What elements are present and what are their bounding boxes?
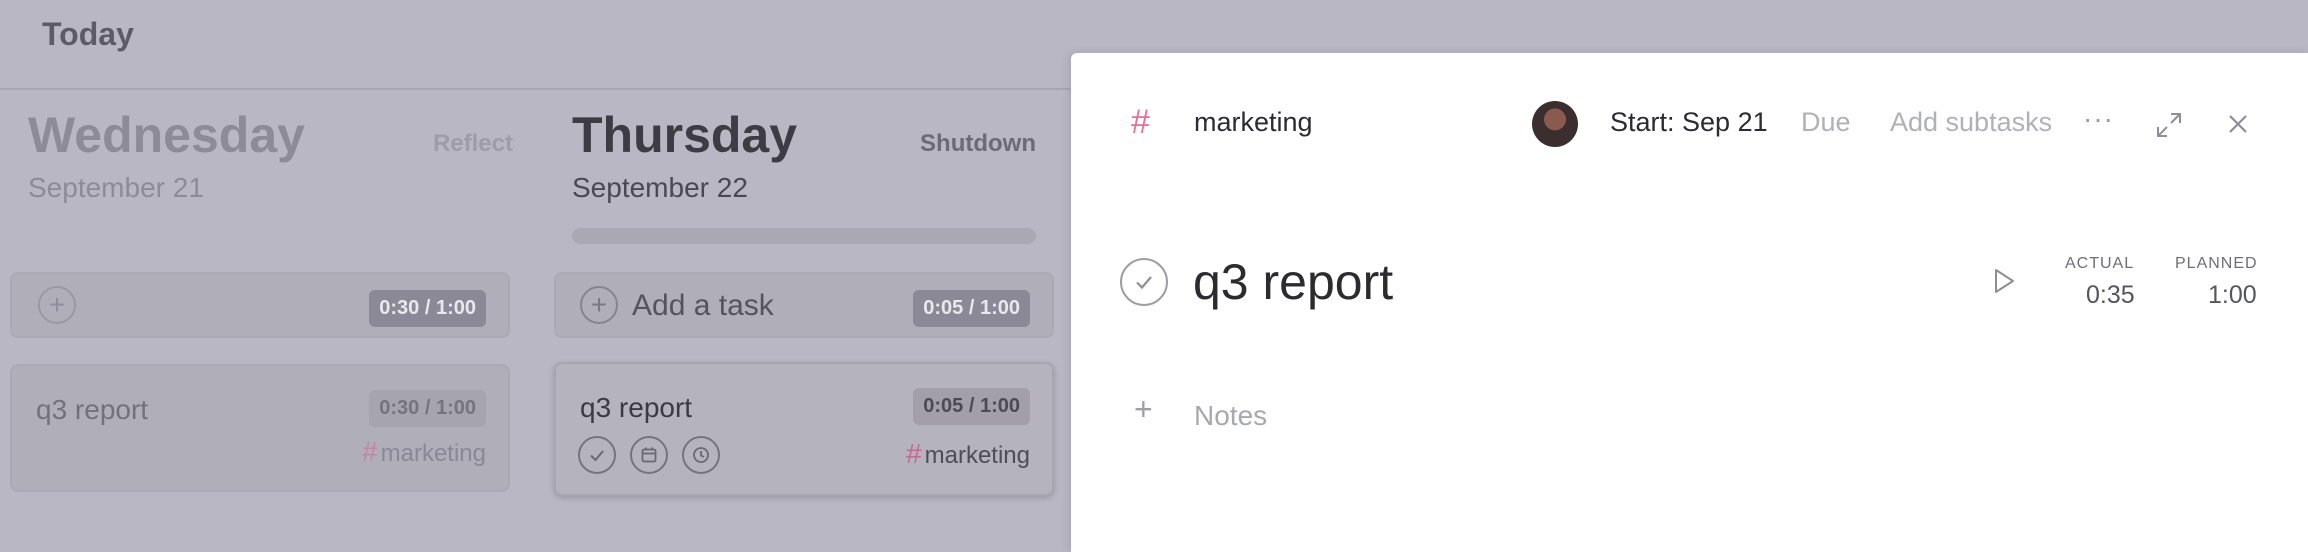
planned-time-value[interactable]: 1:00 — [2208, 281, 2257, 310]
actual-time-value[interactable]: 0:35 — [2086, 281, 2135, 310]
check-icon[interactable] — [578, 436, 616, 474]
due-date-button[interactable]: Due — [1801, 107, 1851, 138]
hash-icon: # — [906, 438, 922, 469]
day-progress-bar — [572, 228, 1036, 244]
add-task-row-wednesday[interactable]: + 0:30 / 1:00 — [10, 272, 510, 338]
add-task-label[interactable]: Add a task — [632, 289, 774, 323]
expand-icon[interactable] — [2154, 110, 2184, 145]
task-detail-panel: # marketing Start: Sep 21 Due Add subtas… — [1071, 53, 2308, 552]
channel-tag[interactable]: # marketing — [906, 438, 1030, 470]
time-estimate-badge: 0:05 / 1:00 — [913, 290, 1030, 327]
time-estimate-badge: 0:05 / 1:00 — [913, 388, 1030, 425]
add-subtasks-button[interactable]: Add subtasks — [1890, 107, 2052, 138]
hash-icon[interactable]: # — [1131, 103, 1150, 142]
channel-tag[interactable]: # marketing — [362, 436, 486, 468]
plus-icon[interactable]: + — [38, 286, 76, 324]
day-column-wednesday: Wednesday September 21 Reflect — [28, 110, 513, 204]
close-icon[interactable] — [2225, 111, 2251, 142]
start-date-button[interactable]: Start: Sep 21 — [1610, 107, 1768, 138]
notes-field[interactable]: Notes — [1194, 400, 1267, 432]
page-title: Today — [42, 16, 134, 52]
planned-time-label: PLANNED — [2175, 255, 2258, 272]
day-date: September 21 — [28, 172, 204, 203]
plus-icon[interactable]: + — [580, 286, 618, 324]
task-card[interactable]: q3 report 0:30 / 1:00 # marketing — [10, 364, 510, 492]
time-estimate-badge: 0:30 / 1:00 — [369, 290, 486, 327]
calendar-icon[interactable] — [630, 436, 668, 474]
more-options-icon[interactable]: ··· — [2083, 103, 2114, 135]
task-title-field[interactable]: q3 report — [1193, 253, 1393, 311]
channel-tag-label: marketing — [924, 442, 1030, 469]
actual-time-label: ACTUAL — [2065, 255, 2135, 272]
task-quick-actions — [578, 436, 720, 474]
clock-icon[interactable] — [682, 436, 720, 474]
hash-icon: # — [362, 436, 378, 467]
avatar[interactable] — [1532, 101, 1578, 147]
reflect-button[interactable]: Reflect — [433, 130, 513, 158]
add-task-row-thursday[interactable]: + Add a task 0:05 / 1:00 — [554, 272, 1054, 338]
day-date: September 22 — [572, 172, 748, 203]
time-estimate-badge: 0:30 / 1:00 — [369, 390, 486, 427]
add-notes-plus-icon[interactable]: + — [1134, 393, 1153, 425]
task-title: q3 report — [580, 392, 693, 423]
channel-tag-label: marketing — [380, 440, 486, 467]
day-column-thursday: Thursday September 22 Shutdown — [572, 110, 1036, 204]
play-timer-icon[interactable] — [1988, 266, 2018, 301]
shutdown-button[interactable]: Shutdown — [920, 130, 1036, 158]
task-card-selected[interactable]: q3 report 0:05 / 1:00 # marketing — [554, 362, 1054, 496]
channel-selector[interactable]: marketing — [1194, 107, 1313, 138]
complete-task-checkbox[interactable] — [1120, 258, 1168, 306]
task-title: q3 report — [36, 394, 149, 425]
